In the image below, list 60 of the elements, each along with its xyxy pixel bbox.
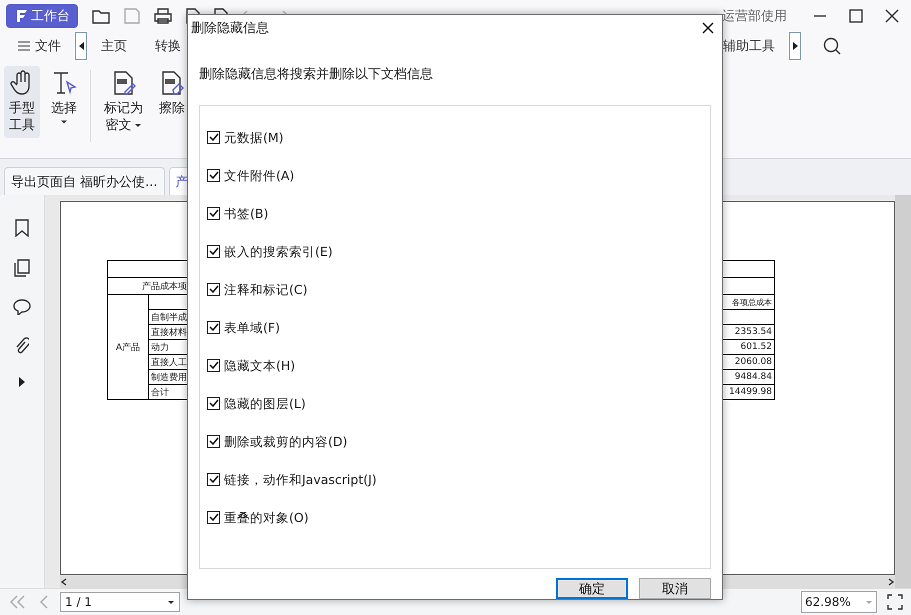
search-icon[interactable]	[823, 37, 841, 55]
scroll-left-button[interactable]	[75, 32, 87, 60]
zoom-field[interactable]: 62.98%	[801, 591, 877, 613]
expand-panel-icon[interactable]	[18, 377, 26, 387]
open-folder-icon[interactable]	[92, 8, 110, 24]
close-icon[interactable]	[702, 22, 714, 34]
caret-icon	[78, 42, 84, 50]
ok-button[interactable]: 确定	[556, 578, 628, 599]
option-label: 元数据(M)	[224, 128, 284, 147]
checkbox[interactable]	[207, 472, 220, 486]
checkbox[interactable]	[207, 358, 220, 372]
option-label: 重叠的对象(O)	[224, 508, 309, 527]
checkbox[interactable]	[207, 434, 220, 448]
comment-icon[interactable]	[13, 299, 31, 315]
tool-button[interactable]: 选择	[46, 66, 82, 131]
tool-button[interactable]: 手型 工具	[4, 66, 40, 138]
checkbox[interactable]	[207, 396, 220, 410]
table-cell: A产品	[108, 294, 148, 400]
scroll-right-button[interactable]	[789, 32, 801, 60]
close-icon[interactable]	[885, 9, 899, 23]
file-menu[interactable]: 文件	[16, 35, 75, 57]
ribbon-tab[interactable]: 转换	[141, 35, 195, 57]
option-label: 文件附件(A)	[224, 166, 294, 185]
menu-icon	[18, 41, 30, 51]
checkbox[interactable]	[207, 244, 220, 258]
option-label: 书签(B)	[224, 204, 268, 223]
dialog-title: 删除隐藏信息	[191, 20, 269, 37]
maximize-icon[interactable]	[849, 9, 863, 23]
checkbox[interactable]	[207, 130, 220, 144]
text-cursor-icon[interactable]	[51, 70, 77, 96]
checkbox[interactable]	[207, 168, 220, 182]
tool-button[interactable]: 擦除	[154, 66, 190, 121]
caret-icon	[167, 600, 175, 604]
checkbox[interactable]	[207, 282, 220, 296]
ribbon-tab[interactable]: 主页	[87, 35, 141, 57]
checkbox[interactable]	[207, 510, 220, 524]
cancel-button[interactable]: 取消	[639, 578, 711, 599]
dialog-description: 删除隐藏信息将搜索并删除以下文档信息	[199, 66, 434, 83]
workbench-button[interactable]: 工作台	[6, 4, 78, 28]
checkbox[interactable]	[207, 206, 220, 220]
tool-button[interactable]: 标记为 密文	[99, 66, 148, 138]
scroll-right-icon[interactable]	[887, 578, 895, 586]
checkbox[interactable]	[207, 320, 220, 334]
option-label: 嵌入的搜索索引(E)	[224, 242, 333, 261]
print-icon[interactable]	[154, 8, 172, 24]
scrollbar[interactable]	[895, 195, 911, 588]
caret-icon	[792, 42, 798, 50]
page-field[interactable]: 1 / 1	[60, 592, 180, 612]
scroll-left-icon[interactable]	[60, 578, 68, 586]
fullscreen-icon[interactable]	[887, 594, 903, 610]
option-label: 链接，动作和Javascript(J)	[224, 470, 377, 489]
option-label: 删除或裁剪的内容(D)	[224, 432, 348, 451]
caret-icon	[865, 600, 873, 604]
bookmark-icon[interactable]	[15, 219, 29, 237]
document-tab[interactable]: 导出页面自 福昕办公使...	[4, 167, 165, 195]
pages-icon[interactable]	[14, 259, 30, 277]
logo-icon	[14, 9, 28, 23]
attachment-icon[interactable]	[15, 337, 29, 355]
account-label[interactable]: 运营部使用	[722, 7, 787, 25]
ribbon-tab[interactable]: 辅助工具	[709, 35, 789, 57]
